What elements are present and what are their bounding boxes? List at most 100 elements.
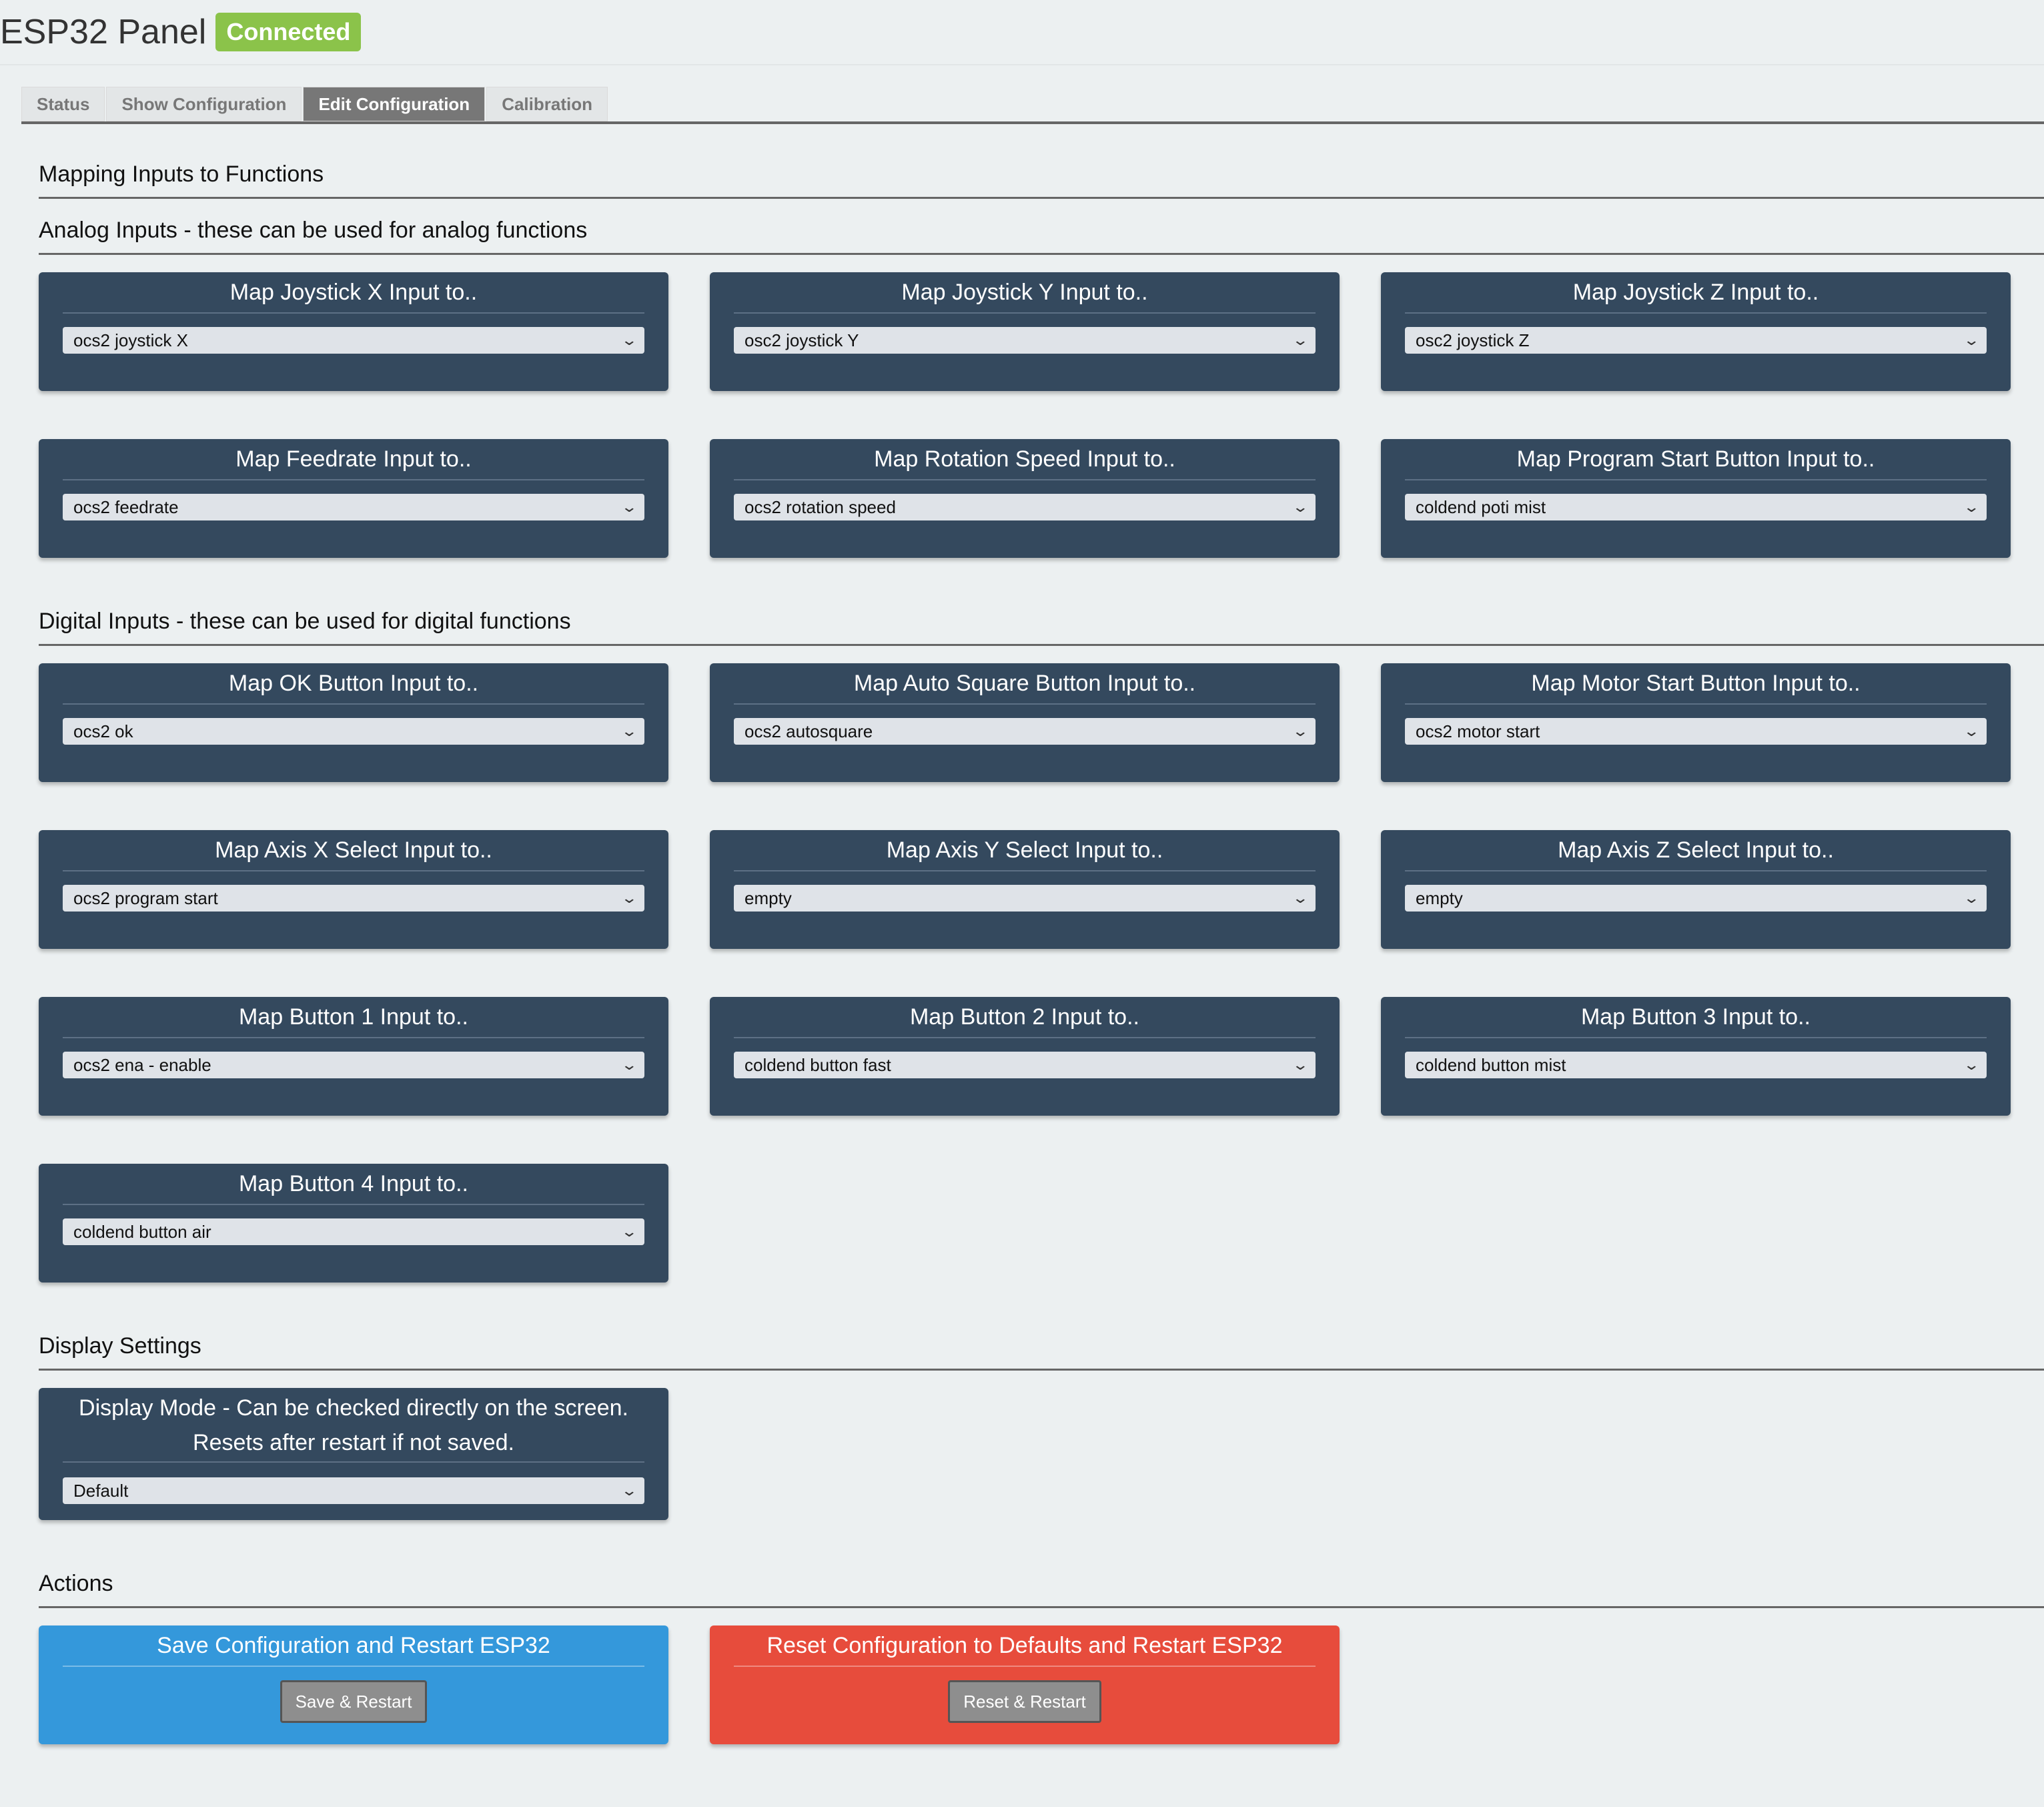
chevron-down-icon: ⌄ bbox=[620, 1223, 638, 1240]
card-title: Map Button 3 Input to.. bbox=[1405, 997, 1987, 1038]
section-title-actions: Actions bbox=[39, 1571, 2044, 1608]
section-title-digital: Digital Inputs - these can be used for d… bbox=[39, 609, 2044, 646]
rotation-speed-select[interactable]: ocs2 rotation speed ⌄ bbox=[734, 494, 1316, 520]
axis-z-select[interactable]: empty ⌄ bbox=[1405, 885, 1987, 912]
status-badge: Connected bbox=[215, 13, 362, 51]
joystick-z-select[interactable]: osc2 joystick Z ⌄ bbox=[1405, 327, 1987, 354]
card-title: Display Mode - Can be checked directly o… bbox=[63, 1388, 644, 1463]
section-title-mapping: Mapping Inputs to Functions bbox=[39, 161, 2044, 199]
chevron-down-icon: ⌄ bbox=[620, 332, 638, 348]
button-3-select[interactable]: coldend button mist ⌄ bbox=[1405, 1052, 1987, 1078]
map-ok-button-card: Map OK Button Input to.. ocs2 ok ⌄ bbox=[39, 663, 668, 782]
tab-status[interactable]: Status bbox=[21, 87, 105, 121]
reset-action-card: Reset Configuration to Defaults and Rest… bbox=[710, 1625, 1340, 1744]
program-start-select[interactable]: coldend poti mist ⌄ bbox=[1405, 494, 1987, 520]
chevron-down-icon: ⌄ bbox=[1962, 1056, 1980, 1073]
card-title: Save Configuration and Restart ESP32 bbox=[63, 1625, 644, 1667]
map-program-start-card: Map Program Start Button Input to.. cold… bbox=[1381, 439, 2011, 558]
chevron-down-icon: ⌄ bbox=[1962, 889, 1980, 906]
card-title: Map Button 1 Input to.. bbox=[63, 997, 644, 1038]
display-mode-label-line2: Resets after restart if not saved. bbox=[193, 1430, 514, 1455]
axis-x-select[interactable]: ocs2 program start ⌄ bbox=[63, 885, 644, 912]
display-mode-card: Display Mode - Can be checked directly o… bbox=[39, 1388, 668, 1520]
chevron-down-icon: ⌄ bbox=[620, 498, 638, 515]
tab-edit-configuration[interactable]: Edit Configuration bbox=[303, 87, 486, 121]
map-button-4-card: Map Button 4 Input to.. coldend button a… bbox=[39, 1164, 668, 1283]
display-mode-label-line1: Display Mode - Can be checked directly o… bbox=[79, 1395, 628, 1421]
map-button-2-card: Map Button 2 Input to.. coldend button f… bbox=[710, 997, 1340, 1116]
card-title: Map Button 2 Input to.. bbox=[734, 997, 1316, 1038]
chevron-down-icon: ⌄ bbox=[1291, 498, 1309, 515]
ok-button-select[interactable]: ocs2 ok ⌄ bbox=[63, 718, 644, 745]
card-title: Reset Configuration to Defaults and Rest… bbox=[734, 1625, 1316, 1667]
save-action-card: Save Configuration and Restart ESP32 Sav… bbox=[39, 1625, 668, 1744]
chevron-down-icon: ⌄ bbox=[1291, 723, 1309, 739]
card-title: Map Joystick X Input to.. bbox=[63, 272, 644, 314]
select-value: ocs2 ok bbox=[73, 721, 133, 741]
chevron-down-icon: ⌄ bbox=[1291, 1056, 1309, 1073]
chevron-down-icon: ⌄ bbox=[620, 723, 638, 739]
select-value: ocs2 rotation speed bbox=[744, 496, 896, 517]
display-mode-select[interactable]: Default ⌄ bbox=[63, 1477, 644, 1504]
select-value: ocs2 feedrate bbox=[73, 496, 179, 517]
select-value: ocs2 joystick X bbox=[73, 330, 188, 350]
chevron-down-icon: ⌄ bbox=[1962, 723, 1980, 739]
select-value: empty bbox=[1416, 887, 1463, 908]
tab-bar: Status Show Configuration Edit Configura… bbox=[21, 87, 2044, 124]
map-rotation-speed-card: Map Rotation Speed Input to.. ocs2 rotat… bbox=[710, 439, 1340, 558]
select-value: Default bbox=[73, 1480, 129, 1501]
card-title: Map Axis X Select Input to.. bbox=[63, 830, 644, 871]
select-value: coldend button air bbox=[73, 1221, 211, 1242]
reset-restart-button[interactable]: Reset & Restart bbox=[948, 1680, 1101, 1723]
section-title-display: Display Settings bbox=[39, 1333, 2044, 1371]
button-2-select[interactable]: coldend button fast ⌄ bbox=[734, 1052, 1316, 1078]
select-value: ocs2 motor start bbox=[1416, 721, 1540, 741]
card-title: Map Program Start Button Input to.. bbox=[1405, 439, 1987, 480]
joystick-x-select[interactable]: ocs2 joystick X ⌄ bbox=[63, 327, 644, 354]
map-axis-y-card: Map Axis Y Select Input to.. empty ⌄ bbox=[710, 830, 1340, 949]
map-joystick-x-card: Map Joystick X Input to.. ocs2 joystick … bbox=[39, 272, 668, 391]
chevron-down-icon: ⌄ bbox=[1291, 889, 1309, 906]
chevron-down-icon: ⌄ bbox=[1962, 498, 1980, 515]
select-value: osc2 joystick Y bbox=[744, 330, 859, 350]
chevron-down-icon: ⌄ bbox=[1291, 332, 1309, 348]
card-title: Map Axis Y Select Input to.. bbox=[734, 830, 1316, 871]
card-title: Map Feedrate Input to.. bbox=[63, 439, 644, 480]
auto-square-select[interactable]: ocs2 autosquare ⌄ bbox=[734, 718, 1316, 745]
map-axis-x-card: Map Axis X Select Input to.. ocs2 progra… bbox=[39, 830, 668, 949]
card-title: Map Axis Z Select Input to.. bbox=[1405, 830, 1987, 871]
card-title: Map Motor Start Button Input to.. bbox=[1405, 663, 1987, 705]
card-title: Map Joystick Z Input to.. bbox=[1405, 272, 1987, 314]
button-4-select[interactable]: coldend button air ⌄ bbox=[63, 1218, 644, 1245]
map-motor-start-card: Map Motor Start Button Input to.. ocs2 m… bbox=[1381, 663, 2011, 782]
feedrate-select[interactable]: ocs2 feedrate ⌄ bbox=[63, 494, 644, 520]
chevron-down-icon: ⌄ bbox=[620, 1056, 638, 1073]
header: ESP32 Panel Connected bbox=[0, 0, 2044, 65]
map-button-1-card: Map Button 1 Input to.. ocs2 ena - enabl… bbox=[39, 997, 668, 1116]
select-value: coldend poti mist bbox=[1416, 496, 1546, 517]
select-value: ocs2 autosquare bbox=[744, 721, 873, 741]
card-title: Map OK Button Input to.. bbox=[63, 663, 644, 705]
select-value: empty bbox=[744, 887, 792, 908]
map-axis-z-card: Map Axis Z Select Input to.. empty ⌄ bbox=[1381, 830, 2011, 949]
select-value: osc2 joystick Z bbox=[1416, 330, 1530, 350]
tab-calibration[interactable]: Calibration bbox=[486, 87, 608, 121]
chevron-down-icon: ⌄ bbox=[1962, 332, 1980, 348]
joystick-y-select[interactable]: osc2 joystick Y ⌄ bbox=[734, 327, 1316, 354]
select-value: coldend button fast bbox=[744, 1054, 891, 1075]
card-title: Map Joystick Y Input to.. bbox=[734, 272, 1316, 314]
chevron-down-icon: ⌄ bbox=[620, 889, 638, 906]
map-button-3-card: Map Button 3 Input to.. coldend button m… bbox=[1381, 997, 2011, 1116]
section-title-analog: Analog Inputs - these can be used for an… bbox=[39, 218, 2044, 255]
tab-show-configuration[interactable]: Show Configuration bbox=[106, 87, 302, 121]
map-joystick-y-card: Map Joystick Y Input to.. osc2 joystick … bbox=[710, 272, 1340, 391]
axis-y-select[interactable]: empty ⌄ bbox=[734, 885, 1316, 912]
map-auto-square-card: Map Auto Square Button Input to.. ocs2 a… bbox=[710, 663, 1340, 782]
card-title: Map Button 4 Input to.. bbox=[63, 1164, 644, 1205]
app-title: ESP32 Panel bbox=[0, 13, 207, 51]
select-value: ocs2 ena - enable bbox=[73, 1054, 211, 1075]
motor-start-select[interactable]: ocs2 motor start ⌄ bbox=[1405, 718, 1987, 745]
select-value: coldend button mist bbox=[1416, 1054, 1566, 1075]
button-1-select[interactable]: ocs2 ena - enable ⌄ bbox=[63, 1052, 644, 1078]
save-restart-button[interactable]: Save & Restart bbox=[280, 1680, 428, 1723]
